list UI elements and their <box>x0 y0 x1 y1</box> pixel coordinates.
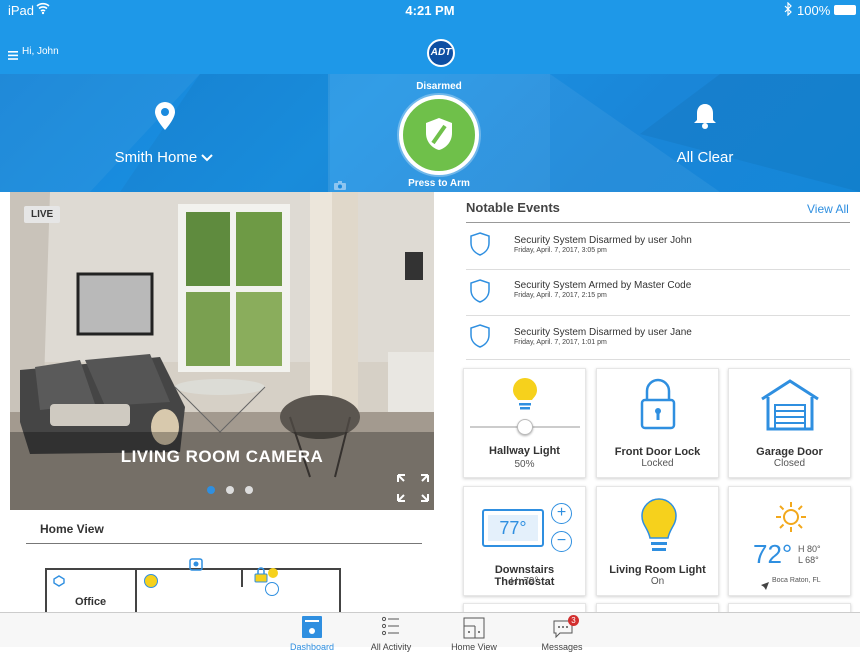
alert-status: All Clear <box>676 149 734 166</box>
temp-down-button[interactable]: − <box>551 531 572 552</box>
carousel-dot[interactable] <box>245 486 253 494</box>
dashboard-icon <box>302 616 322 638</box>
garage-icon <box>759 377 821 436</box>
lock-icon <box>639 377 677 436</box>
list-icon <box>381 616 400 643</box>
light-marker[interactable] <box>144 574 158 588</box>
home-view-title: Home View <box>40 522 104 536</box>
home-view-panel: Home View Office <box>10 510 434 612</box>
event-item[interactable]: Security System Disarmed by user Jane Fr… <box>466 316 850 360</box>
temp-up-button[interactable]: + <box>551 503 572 524</box>
battery-icon <box>834 5 856 15</box>
thermostat-setpoint: 77° <box>488 515 538 541</box>
nav-label: Messages <box>541 642 583 652</box>
dimmer-slider-handle[interactable] <box>517 419 533 435</box>
thermostat-tile[interactable]: 77° + − Downstairs Thermostat H: 79° <box>463 486 586 596</box>
shield-outline-icon <box>470 279 490 308</box>
chevron-down-icon <box>201 149 214 166</box>
device-state: Closed <box>773 458 806 469</box>
device-name: Living Room Light <box>609 564 706 576</box>
nav-label: All Activity <box>370 642 412 652</box>
camera-feed[interactable]: LIVE LIVING ROOM CAMERA <box>10 192 434 510</box>
adt-logo: ADT <box>427 39 455 67</box>
event-time: Friday, April. 7, 2017, 2:15 pm <box>514 292 607 299</box>
location-arrow-icon <box>761 577 769 595</box>
hamburger-icon <box>8 47 18 65</box>
shield-icon <box>425 117 453 156</box>
living-room-light-tile[interactable]: Living Room Light On <box>596 486 719 596</box>
device-name: Front Door Lock <box>614 446 701 458</box>
arm-button[interactable] <box>399 95 479 175</box>
event-title: Security System Armed by Master Code <box>514 280 692 291</box>
arm-action: Press to Arm <box>408 178 470 189</box>
location-pin-icon <box>155 102 175 135</box>
arm-panel: Disarmed Press to Arm <box>328 74 550 192</box>
alerts-panel[interactable]: All Clear <box>550 74 860 192</box>
camera-name: LIVING ROOM CAMERA <box>120 447 324 466</box>
message-badge: 3 <box>568 615 579 626</box>
event-title: Security System Disarmed by user Jane <box>514 327 692 338</box>
weather-high: H 80° <box>798 544 821 554</box>
carousel-dot[interactable] <box>226 486 234 494</box>
divider <box>26 543 422 544</box>
bulb-marker[interactable] <box>268 568 278 578</box>
weather-location: Boca Raton, FL <box>772 577 821 584</box>
nav-label: Home View <box>451 642 497 652</box>
view-all-link[interactable]: View All <box>807 202 849 216</box>
live-badge: LIVE <box>24 206 61 223</box>
divider <box>466 222 850 223</box>
shield-outline-icon <box>470 324 490 353</box>
sensor-icon[interactable] <box>53 574 65 592</box>
location-selector[interactable]: Smith Home <box>0 74 328 192</box>
lightbulb-icon <box>512 377 538 416</box>
greeting: Hi, John <box>22 46 59 57</box>
nav-label: Dashboard <box>289 642 335 652</box>
weather-low: L 68° <box>798 555 819 565</box>
nav-home-view[interactable]: Home View <box>439 613 509 652</box>
device-state: 50% <box>514 459 535 470</box>
expand-icon[interactable] <box>396 473 430 508</box>
location-label: Smith Home <box>114 149 198 166</box>
nav-dashboard[interactable]: Dashboard <box>277 613 347 652</box>
clock: 4:21 PM <box>405 3 455 18</box>
device-state: H: 79° <box>510 576 539 587</box>
lightbulb-icon <box>640 497 678 560</box>
hallway-light-tile[interactable]: Hallway Light 50% <box>463 368 586 478</box>
garage-door-tile[interactable]: Garage Door Closed <box>728 368 851 478</box>
event-time: Friday, April. 7, 2017, 1:01 pm <box>514 339 607 346</box>
weather-tile[interactable]: 72° H 80° L 68° Boca Raton, FL <box>728 486 851 596</box>
battery-percent: 100% <box>797 3 831 18</box>
event-title: Security System Disarmed by user John <box>514 235 692 246</box>
event-item[interactable]: Security System Disarmed by user John Fr… <box>466 224 850 270</box>
arm-state: Disarmed <box>416 81 462 92</box>
carousel-dot-active[interactable] <box>207 486 215 494</box>
device-state: Locked <box>641 458 674 469</box>
nav-all-activity[interactable]: All Activity <box>356 613 426 652</box>
notable-events: Notable Events View All Security System … <box>466 192 850 360</box>
room-label: Office <box>75 596 107 608</box>
front-door-lock-tile[interactable]: Front Door Lock Locked <box>596 368 719 478</box>
event-item[interactable]: Security System Armed by Master Code Fri… <box>466 270 850 316</box>
event-time: Friday, April. 7, 2017, 3:05 pm <box>514 247 607 254</box>
bell-icon <box>693 102 717 135</box>
location-name: Smith Home <box>0 149 328 166</box>
shield-outline-icon <box>470 232 490 261</box>
security-hero: Smith Home Disarmed Press to Arm All Cle… <box>0 74 860 192</box>
events-title: Notable Events <box>466 200 560 215</box>
nav-messages[interactable]: 3 Messages <box>527 613 597 652</box>
device-name: Hallway Light <box>489 445 560 457</box>
bluetooth-icon <box>783 1 793 19</box>
status-bar: iPad 4:21 PM 100% <box>0 0 860 20</box>
bottom-nav: Dashboard All Activity Home View 3 Messa… <box>0 612 860 652</box>
app-header: Hi, John ADT <box>0 20 860 74</box>
device-state: On <box>650 576 665 587</box>
motion-marker[interactable] <box>265 582 279 596</box>
weather-temp: 72° <box>753 539 793 569</box>
floor-plan-icon <box>463 617 485 644</box>
device-name: Garage Door <box>756 446 823 458</box>
sun-icon <box>775 501 807 538</box>
menu-button[interactable]: Hi, John <box>8 46 78 60</box>
thermostat-display: 77° <box>482 509 544 547</box>
